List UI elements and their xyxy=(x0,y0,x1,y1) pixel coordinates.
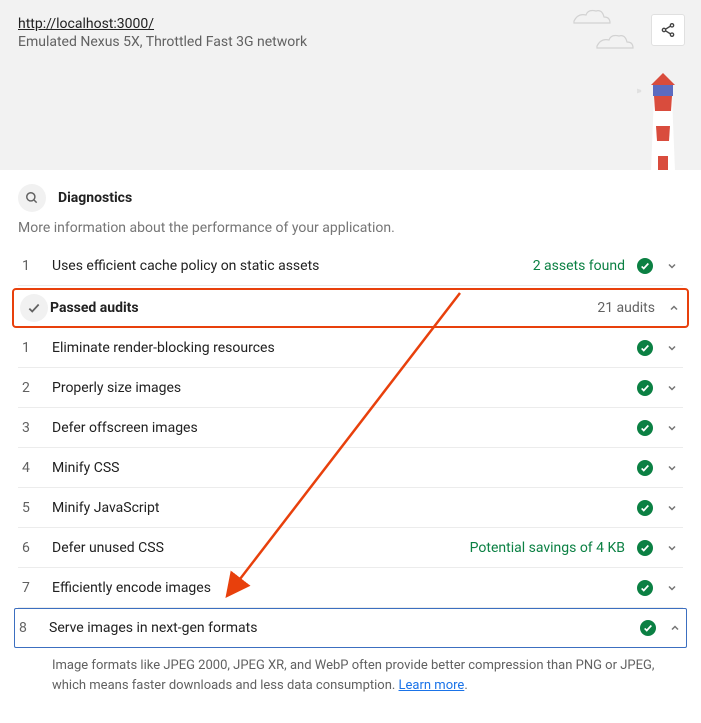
diagnostics-description: More information about the performance o… xyxy=(18,220,683,236)
clouds-graphic xyxy=(569,6,639,66)
row-number: 2 xyxy=(22,380,52,396)
passed-audit-row[interactable]: 2Properly size images xyxy=(18,368,683,408)
report-header: http://localhost:3000/ Emulated Nexus 5X… xyxy=(0,0,701,170)
chevron-up-icon xyxy=(668,622,682,634)
share-button[interactable] xyxy=(651,14,685,46)
chevron-down-icon xyxy=(665,462,679,474)
row-extra: 2 assets found xyxy=(533,258,625,274)
row-number: 4 xyxy=(22,460,52,476)
chevron-down-icon xyxy=(665,382,679,394)
row-title: Properly size images xyxy=(52,380,637,396)
row-title: Minify CSS xyxy=(52,460,637,476)
passed-audit-row[interactable]: 6Defer unused CSSPotential savings of 4 … xyxy=(18,528,683,568)
magnifier-icon xyxy=(18,184,46,212)
chevron-down-icon xyxy=(665,502,679,514)
chevron-down-icon xyxy=(665,342,679,354)
row-title: Efficiently encode images xyxy=(52,580,637,596)
share-icon xyxy=(660,22,676,38)
row-title: Eliminate render-blocking resources xyxy=(52,340,637,356)
row-title: Defer offscreen images xyxy=(52,420,637,436)
chevron-down-icon xyxy=(665,542,679,554)
row-number: 8 xyxy=(19,620,49,636)
row-title: Defer unused CSS xyxy=(52,540,470,556)
lighthouse-graphic xyxy=(637,61,689,170)
passed-audits-list: 1Eliminate render-blocking resources2Pro… xyxy=(18,328,683,648)
row-number: 1 xyxy=(22,258,52,274)
row-title: Serve images in next-gen formats xyxy=(49,620,640,636)
chevron-up-icon xyxy=(667,302,681,314)
learn-more-link[interactable]: Learn more xyxy=(399,678,465,693)
chevron-down-icon xyxy=(665,260,679,272)
row-number: 7 xyxy=(22,580,52,596)
chevron-down-icon xyxy=(665,422,679,434)
row-number: 1 xyxy=(22,340,52,356)
diagnostic-row[interactable]: 1 Uses efficient cache policy on static … xyxy=(18,246,683,286)
pass-icon xyxy=(637,460,653,476)
row-number: 5 xyxy=(22,500,52,516)
passed-audits-header[interactable]: Passed audits 21 audits xyxy=(12,288,689,328)
passed-audits-title: Passed audits xyxy=(50,300,597,316)
passed-audit-row[interactable]: 4Minify CSS xyxy=(18,448,683,488)
expanded-detail: Image formats like JPEG 2000, JPEG XR, a… xyxy=(18,648,683,703)
passed-audit-row[interactable]: 7Efficiently encode images xyxy=(18,568,683,608)
pass-icon xyxy=(637,340,653,356)
passed-audits-count: 21 audits xyxy=(597,300,655,316)
row-number: 3 xyxy=(22,420,52,436)
pass-icon xyxy=(637,540,653,556)
pass-icon xyxy=(637,380,653,396)
report-content: Diagnostics More information about the p… xyxy=(0,170,701,723)
check-icon xyxy=(20,294,48,322)
row-number: 6 xyxy=(22,540,52,556)
diagnostics-section-header: Diagnostics xyxy=(18,170,683,216)
row-extra: Potential savings of 4 KB xyxy=(470,540,625,556)
row-title: Minify JavaScript xyxy=(52,500,637,516)
pass-icon xyxy=(637,258,653,274)
expanded-detail-text: Image formats like JPEG 2000, JPEG XR, a… xyxy=(52,658,654,693)
passed-audit-row[interactable]: 5Minify JavaScript xyxy=(18,488,683,528)
pass-icon xyxy=(637,500,653,516)
diagnostics-title: Diagnostics xyxy=(58,190,132,206)
pass-icon xyxy=(637,580,653,596)
passed-audit-row[interactable]: 3Defer offscreen images xyxy=(18,408,683,448)
pass-icon xyxy=(637,420,653,436)
passed-audit-row[interactable]: 1Eliminate render-blocking resources xyxy=(18,328,683,368)
row-title: Uses efficient cache policy on static as… xyxy=(52,258,533,274)
pass-icon xyxy=(640,620,656,636)
passed-audit-row[interactable]: 8Serve images in next-gen formats xyxy=(14,608,687,648)
chevron-down-icon xyxy=(665,582,679,594)
